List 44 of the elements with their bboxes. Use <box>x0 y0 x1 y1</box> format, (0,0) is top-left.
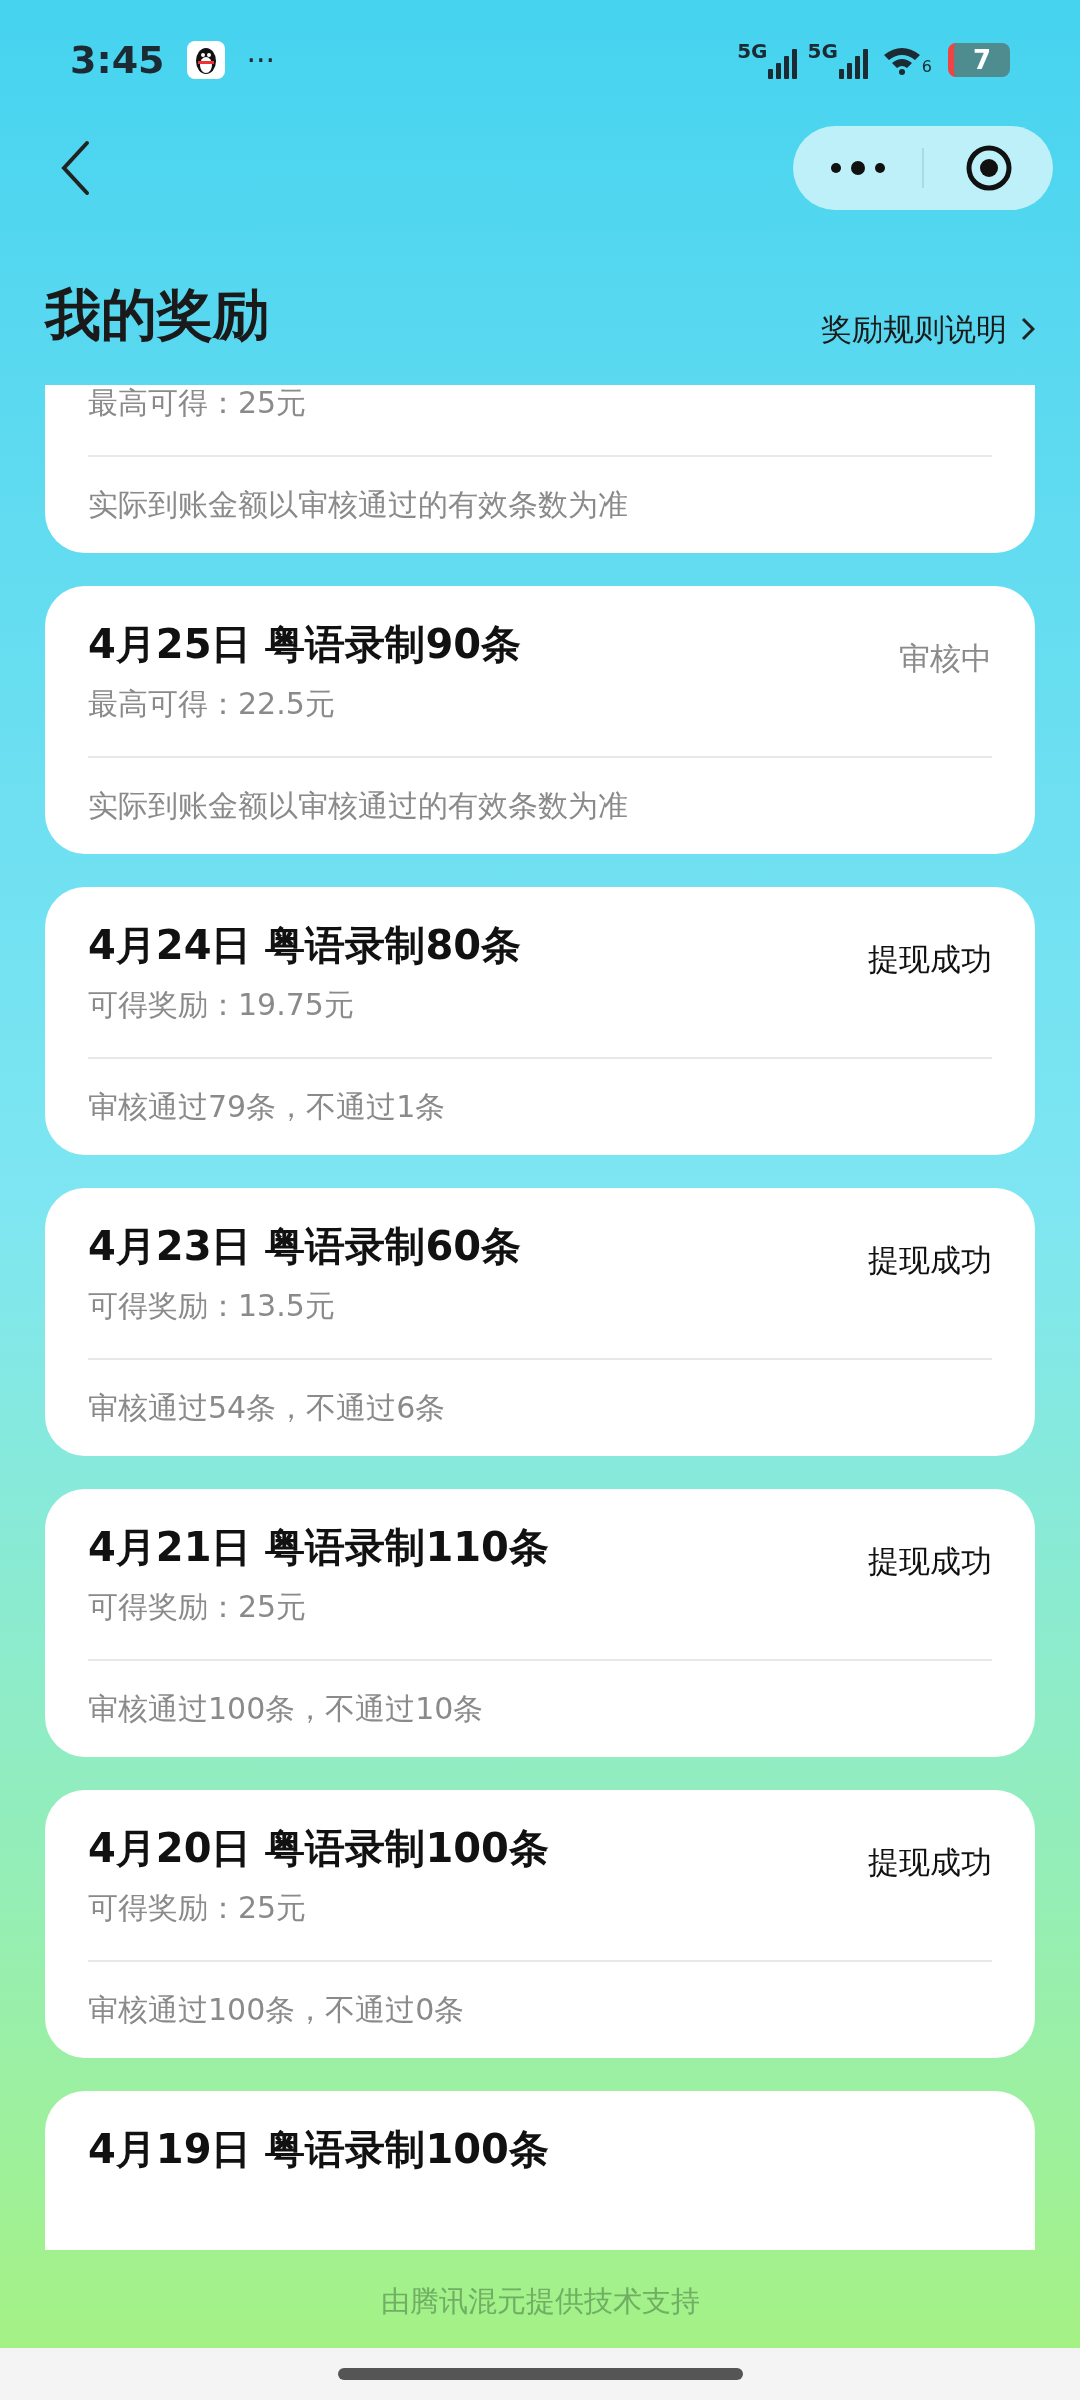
record-card[interactable]: 4月23日 粤语录制60条 提现成功 可得奖励：13.5元 审核通过54条，不通过6条 <box>45 1188 1035 1456</box>
network-label: 5G <box>807 41 838 61</box>
reward-text: 最高可得：25元 <box>88 385 308 422</box>
chevron-right-icon <box>1021 317 1035 341</box>
review-note: 实际到账金额以审核通过的有效条数为准 <box>88 787 629 825</box>
network-label: 5G <box>737 41 768 61</box>
penguin-icon <box>186 41 225 79</box>
footer-credit: 由腾讯混元提供技术支持 <box>380 2283 700 2320</box>
review-note: 审核通过100条，不通过10条 <box>88 1690 485 1728</box>
record-card[interactable]: 4月25日 粤语录制90条 审核中 最高可得：22.5元 实际到账金额以审核通过的有效条数为准 <box>45 586 1035 854</box>
record-status: 提现成功 <box>868 1843 992 1882</box>
record-title: 4月24日 粤语录制80条 <box>88 921 522 970</box>
signal-icon <box>767 49 800 79</box>
record-title: 4月19日 粤语录制100条 <box>88 2125 549 2174</box>
record-status: 提现成功 <box>868 1542 992 1581</box>
record-title: 4月20日 粤语录制100条 <box>88 1824 549 1873</box>
reward-text: 可得奖励：19.75元 <box>88 986 355 1024</box>
reward-text: 可得奖励：25元 <box>88 1889 308 1927</box>
record-title: 4月23日 粤语录制60条 <box>88 1222 522 1271</box>
record-card[interactable]: 4月24日 粤语录制80条 提现成功 可得奖励：19.75元 审核通过79条，不通过1条 <box>45 887 1035 1155</box>
record-title: 4月25日 粤语录制90条 <box>88 620 522 669</box>
record-status: 提现成功 <box>868 940 992 979</box>
clock: 3:45 <box>70 36 165 84</box>
record-card[interactable]: 4月19日 粤语录制100条 <box>45 2091 1035 2250</box>
reward-text: 最高可得：22.5元 <box>88 685 336 723</box>
record-card[interactable]: 4月20日 粤语录制100条 提现成功 可得奖励：25元 审核通过100条，不通过0条 <box>45 1790 1035 2058</box>
record-status: 提现成功 <box>868 1241 992 1280</box>
page-title: 我的奖励 <box>45 281 269 349</box>
back-icon <box>60 139 90 196</box>
record-status: 审核中 <box>899 639 992 678</box>
reward-text: 可得奖励：25元 <box>88 1588 308 1626</box>
review-note: 审核通过100条，不通过0条 <box>88 1991 466 2029</box>
review-note: 实际到账金额以审核通过的有效条数为准 <box>88 486 629 524</box>
rules-link[interactable]: 奖励规则说明 <box>821 305 1035 353</box>
record-title: 4月21日 粤语录制110条 <box>88 1523 549 1572</box>
review-note: 审核通过54条，不通过6条 <box>88 1389 447 1427</box>
reward-text: 可得奖励：13.5元 <box>88 1287 336 1325</box>
signal-icon <box>837 49 870 79</box>
target-icon <box>964 143 1013 192</box>
more-notifications: ··· <box>246 41 276 80</box>
review-note: 审核通过79条，不通过1条 <box>88 1088 447 1126</box>
wifi-label: 6 <box>921 59 932 75</box>
battery-indicator: 7 <box>948 43 1010 77</box>
record-card[interactable]: 4月21日 粤语录制110条 提现成功 可得奖励：25元 审核通过100条，不通过10条 <box>45 1489 1035 1757</box>
